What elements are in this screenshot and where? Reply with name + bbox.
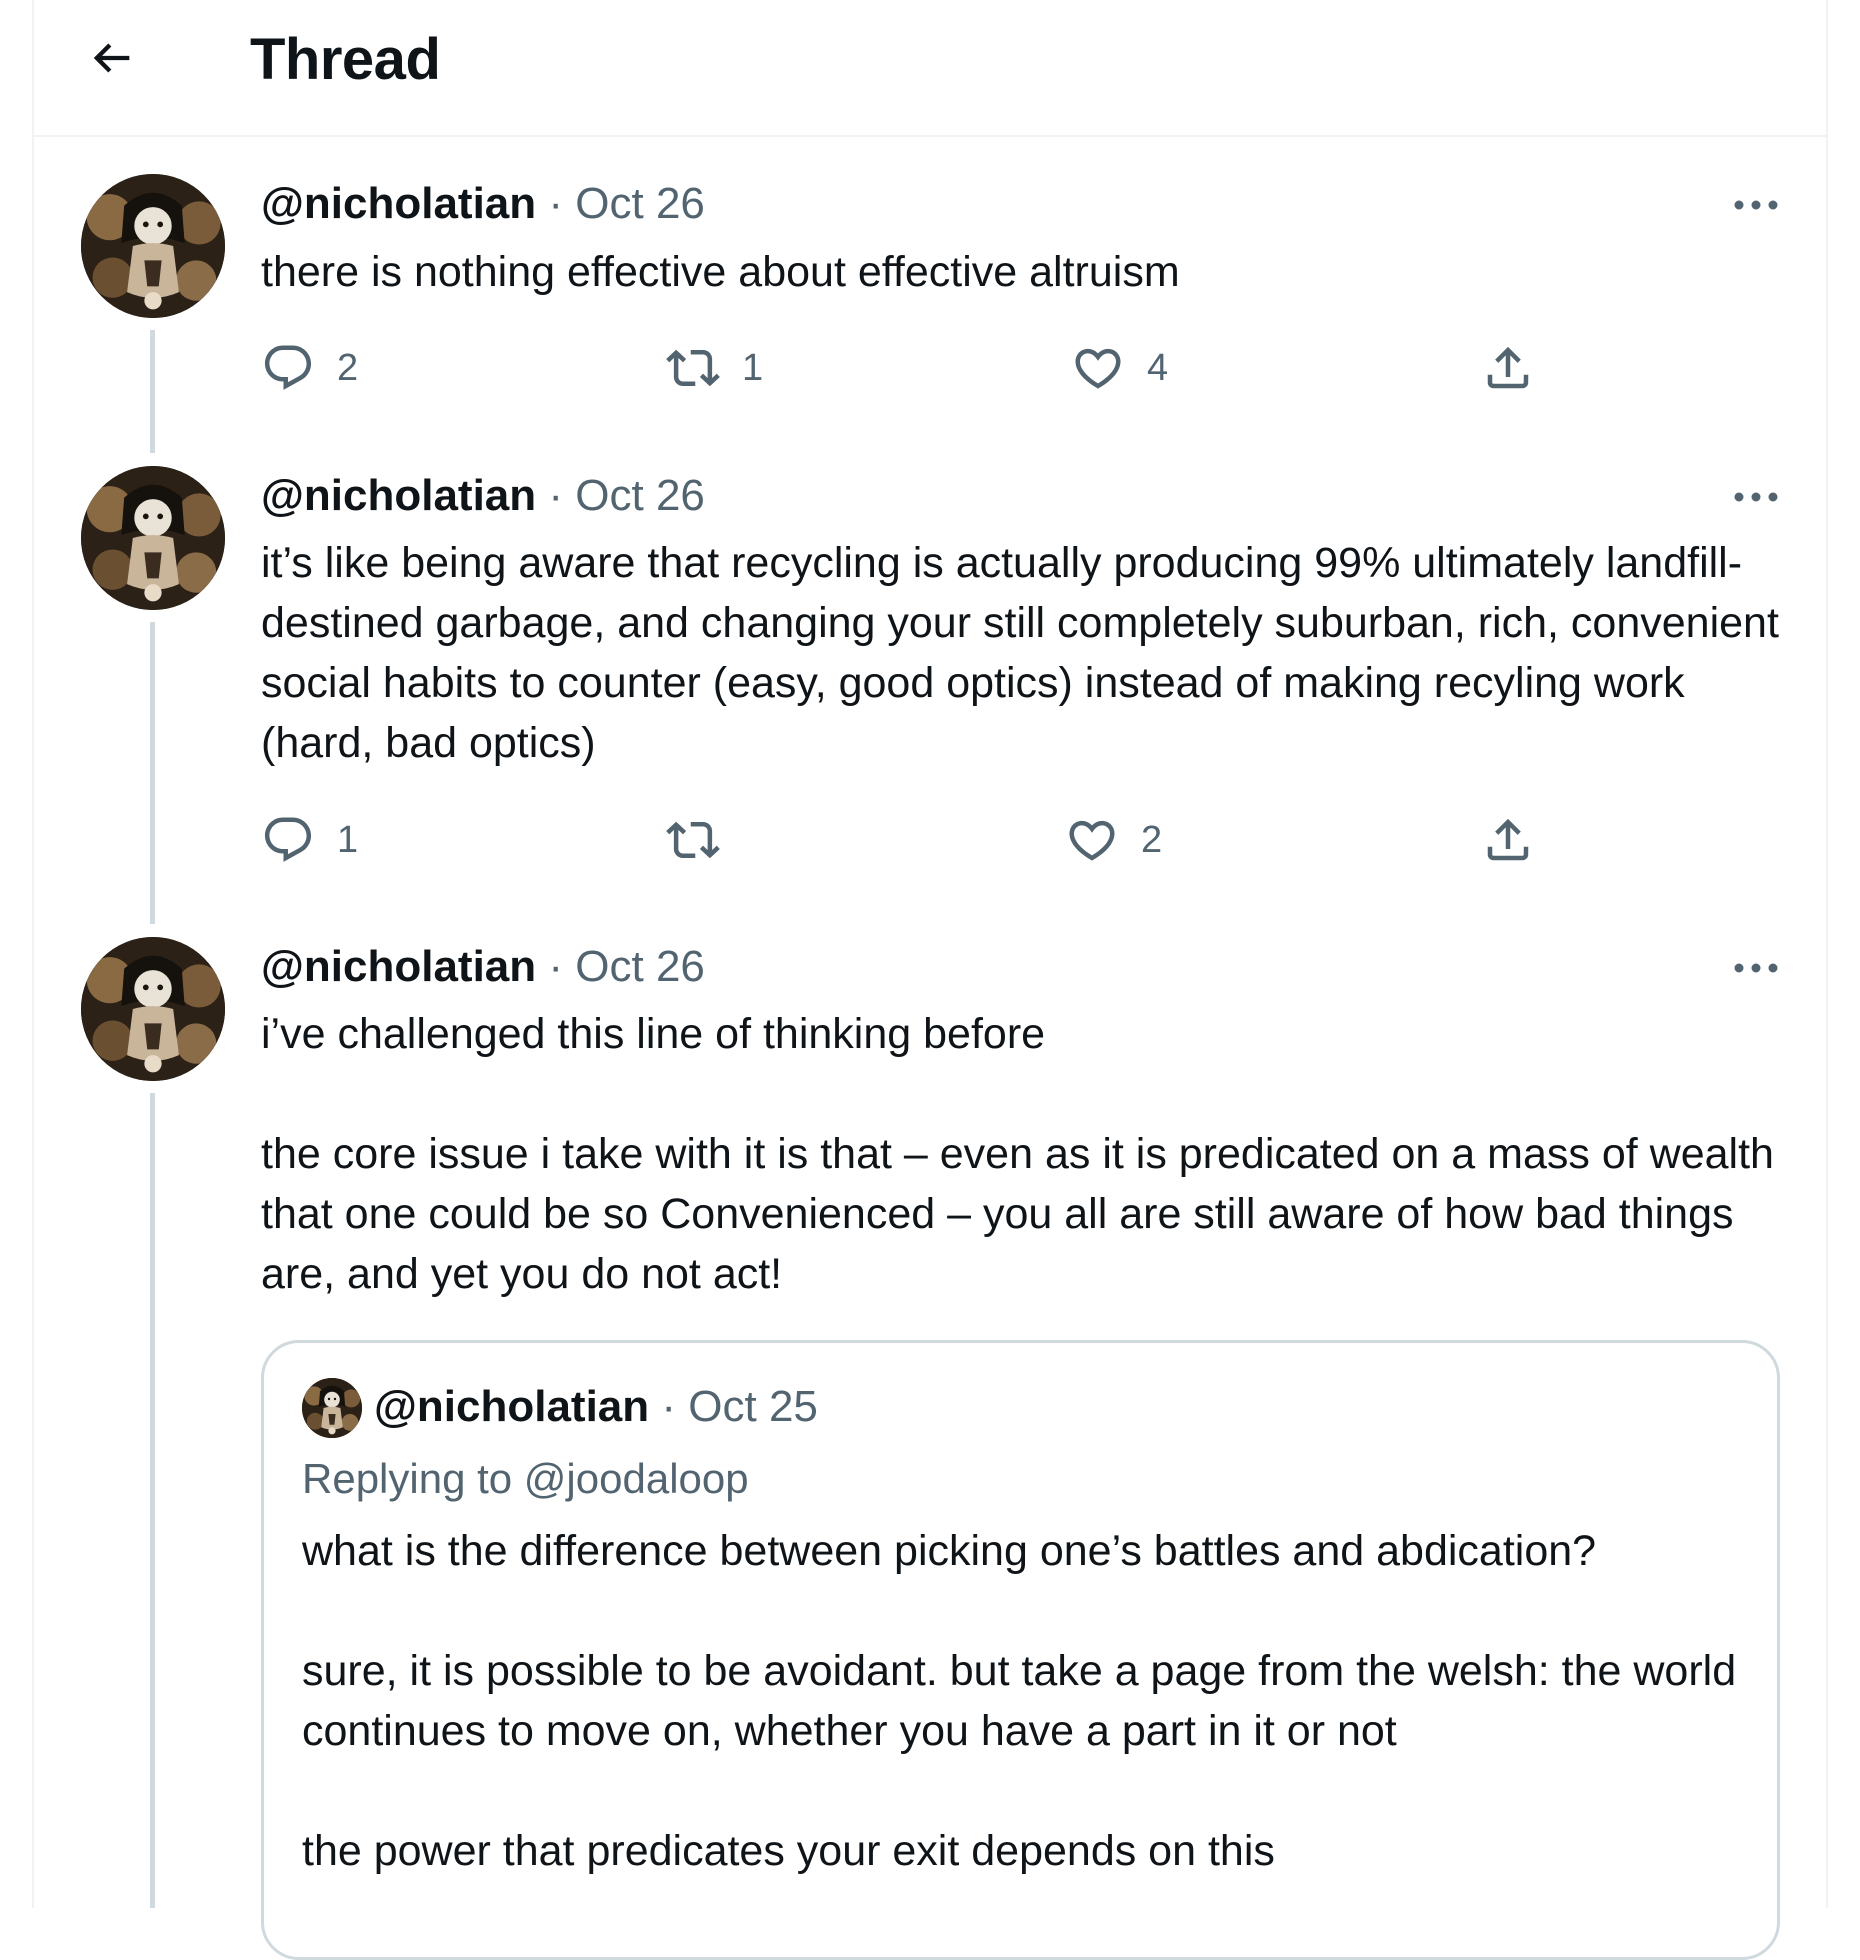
reply-icon bbox=[264, 817, 312, 862]
replying-mention[interactable]: @joodaloop bbox=[524, 1455, 749, 1502]
share-button[interactable] bbox=[1481, 338, 1535, 398]
more-icon bbox=[1734, 963, 1778, 973]
like-count: 4 bbox=[1147, 346, 1169, 389]
quote-date[interactable]: Oct 25 bbox=[688, 1382, 818, 1431]
user-handle[interactable]: @nicholatian bbox=[261, 942, 536, 991]
replying-prefix: Replying to bbox=[302, 1455, 513, 1502]
quote-text: what is the difference between picking o… bbox=[302, 1527, 1737, 1875]
like-count: 2 bbox=[1141, 818, 1163, 861]
replying-to: Replying to @joodaloop bbox=[302, 1451, 749, 1507]
share-button[interactable] bbox=[1481, 810, 1535, 870]
like-button[interactable]: 2 bbox=[1065, 810, 1162, 870]
like-button[interactable]: 4 bbox=[1071, 338, 1168, 398]
more-options-button[interactable] bbox=[1726, 482, 1786, 512]
back-button[interactable] bbox=[82, 28, 142, 88]
share-icon bbox=[1487, 346, 1529, 389]
reply-count: 2 bbox=[337, 346, 359, 389]
user-handle[interactable]: @nicholatian bbox=[261, 471, 536, 520]
avatar[interactable] bbox=[81, 937, 225, 1081]
avatar[interactable] bbox=[81, 466, 225, 610]
quote-avatar[interactable] bbox=[302, 1378, 362, 1438]
quote-user-handle[interactable]: @nicholatian bbox=[374, 1382, 649, 1431]
share-icon bbox=[1487, 818, 1529, 861]
thread-connector bbox=[150, 1093, 155, 1908]
tweet-meta: @nicholatian · Oct 26 bbox=[261, 468, 705, 524]
retweet-count: 1 bbox=[742, 346, 764, 389]
retweet-button[interactable]: 1 bbox=[666, 338, 763, 398]
more-icon bbox=[1734, 492, 1778, 502]
tweet-meta: @nicholatian · Oct 26 bbox=[261, 939, 705, 995]
heart-icon bbox=[1075, 348, 1121, 389]
more-options-button[interactable] bbox=[1726, 190, 1786, 220]
thread-connector bbox=[150, 622, 155, 924]
retweet-button[interactable] bbox=[666, 810, 742, 870]
avatar[interactable] bbox=[81, 174, 225, 318]
tweet-date[interactable]: Oct 26 bbox=[575, 942, 705, 991]
meta-separator: · bbox=[548, 179, 564, 228]
arrow-left-icon bbox=[93, 43, 130, 73]
avatar-image bbox=[81, 174, 225, 318]
reply-button[interactable]: 1 bbox=[261, 810, 358, 870]
quoted-tweet[interactable]: @nicholatian · Oct 25 Replying to @jooda… bbox=[261, 1340, 1780, 1960]
tweet-text: there is nothing effective about effecti… bbox=[261, 248, 1180, 296]
heart-icon bbox=[1069, 820, 1115, 861]
avatar-image bbox=[302, 1378, 362, 1438]
tweet-date[interactable]: Oct 26 bbox=[575, 471, 705, 520]
meta-separator: · bbox=[548, 942, 564, 991]
tweet-text: it’s like being aware that recycling is … bbox=[261, 539, 1779, 767]
thread-connector bbox=[150, 330, 155, 453]
reply-count: 1 bbox=[337, 818, 359, 861]
avatar-image bbox=[81, 466, 225, 610]
more-icon bbox=[1734, 200, 1778, 210]
reply-button[interactable]: 2 bbox=[261, 338, 358, 398]
avatar-image bbox=[81, 937, 225, 1081]
meta-separator: · bbox=[661, 1382, 677, 1431]
tweet-meta: @nicholatian · Oct 26 bbox=[261, 176, 705, 232]
user-handle[interactable]: @nicholatian bbox=[261, 179, 536, 228]
page-title: Thread bbox=[250, 27, 441, 92]
meta-separator: · bbox=[548, 471, 564, 520]
quote-meta: @nicholatian · Oct 25 bbox=[374, 1379, 818, 1435]
tweet-actions: 2 1 4 bbox=[261, 338, 1561, 398]
retweet-icon bbox=[666, 349, 720, 387]
more-options-button[interactable] bbox=[1726, 953, 1786, 983]
retweet-icon bbox=[666, 821, 720, 859]
reply-icon bbox=[264, 345, 312, 390]
tweet-actions: 1 2 bbox=[261, 810, 1561, 870]
tweet-date[interactable]: Oct 26 bbox=[575, 179, 705, 228]
tweet-text: i’ve challenged this line of thinking be… bbox=[261, 1010, 1774, 1298]
